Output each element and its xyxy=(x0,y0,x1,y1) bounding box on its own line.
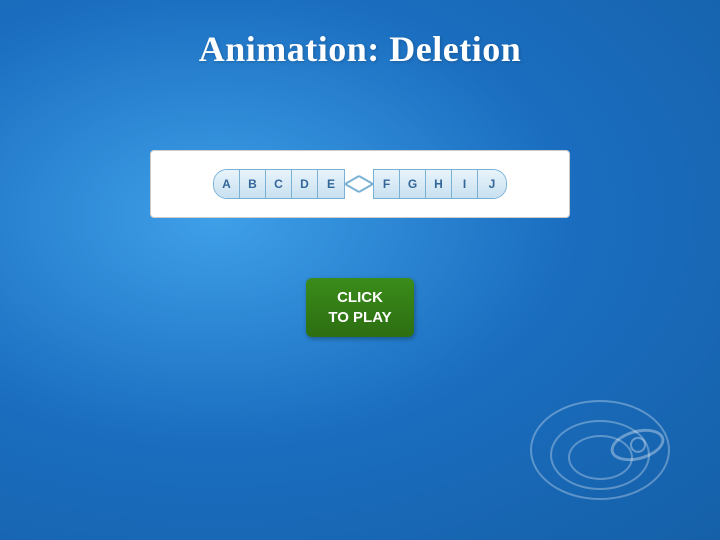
chromosome-diagram: A B C D E F G H I J xyxy=(213,169,507,199)
x-connector-icon xyxy=(345,170,373,198)
segment-a: A xyxy=(214,170,240,198)
play-button-line2: TO PLAY xyxy=(328,309,391,326)
chromosome-right-group: F G H I J xyxy=(373,169,507,199)
segment-h: H xyxy=(426,170,452,198)
segment-b: B xyxy=(240,170,266,198)
segment-d: D xyxy=(292,170,318,198)
segment-c: C xyxy=(266,170,292,198)
segment-g: G xyxy=(400,170,426,198)
chromosome-left-group: A B C D E xyxy=(213,169,345,199)
play-button[interactable]: CLICK TO PLAY xyxy=(306,278,413,337)
play-button-line1: CLICK xyxy=(337,289,383,306)
segment-f: F xyxy=(374,170,400,198)
page-container: Animation: Deletion A B C D E xyxy=(0,0,720,540)
animation-area: A B C D E F G H I J xyxy=(150,150,570,218)
segment-i: I xyxy=(452,170,478,198)
page-title: Animation: Deletion xyxy=(199,28,521,70)
segment-j: J xyxy=(478,170,506,198)
segment-e: E xyxy=(318,170,344,198)
x-connector xyxy=(345,170,373,198)
